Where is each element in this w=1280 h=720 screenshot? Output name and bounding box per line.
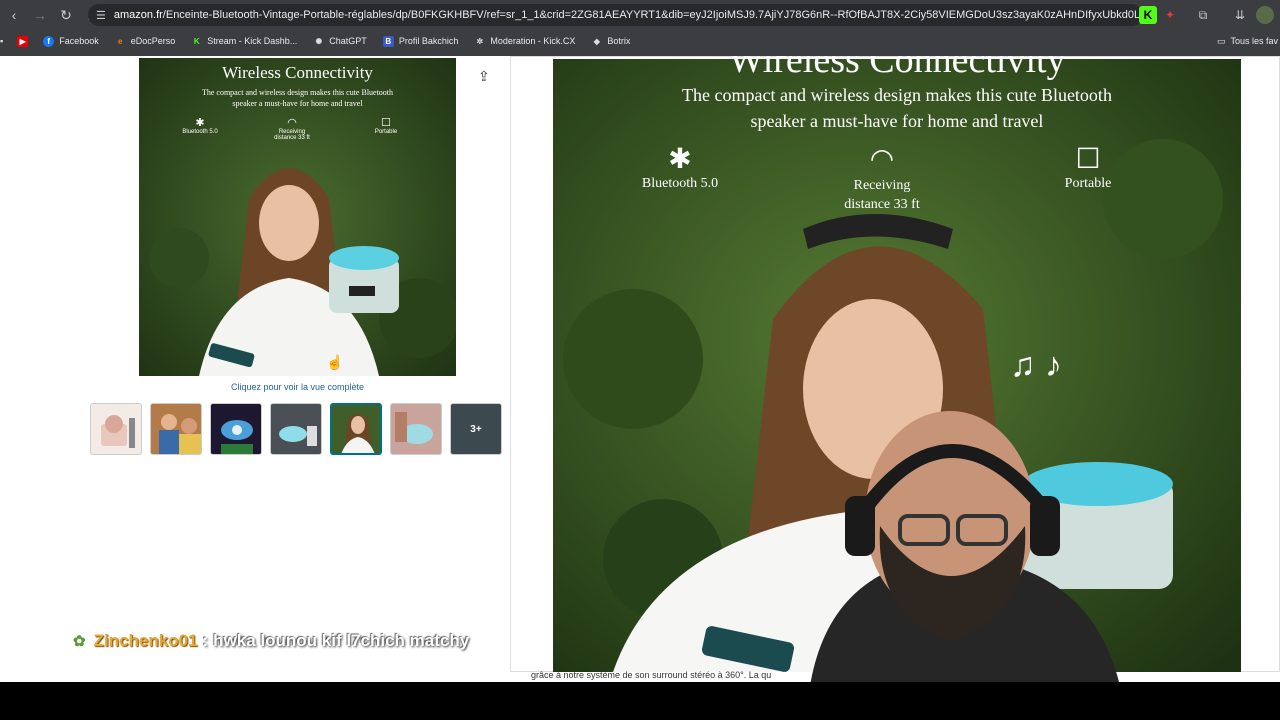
apps-icon[interactable]: ▪: [0, 36, 3, 46]
hand-cursor-icon: ☝: [326, 354, 344, 370]
site-info-icon[interactable]: ☰: [96, 9, 106, 22]
thumbnail-3[interactable]: [210, 403, 262, 455]
zoom-subtitle-line2: speaker a must-have for home and travel: [750, 111, 1044, 131]
bookmark-chatgpt[interactable]: ✺ ChatGPT: [313, 36, 366, 47]
youtube-icon: ▶: [17, 35, 29, 47]
forward-icon[interactable]: →: [28, 3, 52, 27]
thumbnail-5-selected[interactable]: [330, 403, 382, 455]
thumbnail-image: [159, 414, 201, 454]
feature-range: ◠ Receiving distance 33 ft: [262, 116, 322, 141]
image-title: Wireless Connectivity: [222, 63, 373, 82]
zoom-feature-portable: ☐ Portable: [1038, 144, 1138, 192]
zoom-feature-bluetooth: ✱ Bluetooth 5.0: [630, 144, 730, 192]
hand-box-icon: ☐: [1075, 144, 1101, 175]
wifi-icon: ◠: [287, 117, 297, 129]
facebook-icon: f: [43, 35, 55, 47]
chatgpt-icon: ✺: [315, 36, 323, 46]
feature-bluetooth: ✱ Bluetooth 5.0: [170, 116, 230, 135]
bookmark-kick-stream[interactable]: K Stream - Kick Dashb...: [191, 36, 297, 47]
bookmark-moderation-kick[interactable]: ✲ Moderation - Kick.CX: [474, 36, 575, 47]
zoom-feature-range: ◠ Receiving distance 33 ft: [822, 144, 942, 214]
thumbnail-strip: 3+: [90, 403, 510, 455]
image-subtitle-line2: speaker a must-have for home and travel: [232, 99, 363, 108]
hand-box-icon: ☐: [381, 117, 391, 129]
thumbnail-image: [395, 412, 433, 444]
more-images-count: 3+: [451, 404, 501, 454]
image-subtitle-line1: The compact and wireless design makes th…: [201, 88, 394, 97]
kick-icon: K: [193, 36, 200, 46]
browser-chrome: ‹ → ↻ ⌂ ☰ amazon.fr/Enceinte-Bluetooth-V…: [0, 0, 1280, 56]
page-icon: B: [382, 35, 394, 47]
share-icon[interactable]: ⇪: [478, 68, 490, 85]
bottom-black-bar: [0, 682, 1280, 720]
url-text: amazon.fr/Enceinte-Bluetooth-Vintage-Por…: [113, 9, 1143, 21]
extensions-puzzle-icon[interactable]: ⧉: [1194, 6, 1212, 24]
botrix-icon: ◆: [593, 36, 600, 46]
gear-icon: ✲: [476, 36, 484, 46]
thumbnail-1[interactable]: [90, 403, 142, 455]
edocperso-icon: e: [118, 36, 123, 46]
stream-chat-message: ✿ Zinchenko01 : hwka lounou kif l7chich …: [73, 631, 469, 651]
back-icon[interactable]: ‹: [2, 3, 26, 27]
profile-avatar[interactable]: [1256, 6, 1274, 24]
feature-portable: ☐ Portable: [356, 116, 416, 135]
bookmark-profil-bakchich[interactable]: B Profil Bakchich: [382, 35, 458, 47]
thumbnail-4[interactable]: [270, 403, 322, 455]
description-snippet: grâce à notre système de son surround st…: [531, 670, 772, 680]
bluetooth-icon: ✱: [668, 144, 692, 175]
thumbnail-more[interactable]: 3+: [450, 403, 502, 455]
zoom-subtitle-line1: The compact and wireless design makes th…: [682, 85, 1112, 105]
address-row: ‹ → ↻ ⌂ ☰ amazon.fr/Enceinte-Bluetooth-V…: [0, 0, 1280, 30]
all-bookmarks[interactable]: ▭ Tous les fav: [1217, 30, 1278, 52]
thumbnail-image: [279, 426, 317, 446]
chat-badge-icon: ✿: [73, 633, 86, 650]
bookmark-youtube[interactable]: ▶: [17, 35, 33, 47]
bookmark-facebook[interactable]: f Facebook: [43, 35, 99, 47]
chat-separator: :: [202, 631, 209, 650]
thumbnail-6[interactable]: [390, 403, 442, 455]
view-full-image-link[interactable]: Cliquez pour voir la vue complète: [139, 382, 456, 392]
zoom-image-subtitle: The compact and wireless design makes th…: [553, 82, 1241, 134]
thumbnail-2[interactable]: [150, 403, 202, 455]
kick-extension-icon[interactable]: K: [1139, 6, 1157, 24]
bookmark-edocperso[interactable]: e eDocPerso: [115, 36, 175, 47]
amazon-product-page: Wireless Connectivity The compact and wi…: [0, 56, 1280, 682]
streamer-webcam: [810, 411, 1119, 682]
zoom-image-title: Wireless Connectivity: [728, 56, 1066, 81]
chat-username: Zinchenko01: [93, 631, 198, 650]
thumbnail-image: [221, 420, 253, 454]
bluetooth-icon: ✱: [195, 117, 205, 129]
thumbnail-image: [101, 415, 135, 448]
music-notes-icon: ♫ ♪: [1010, 346, 1062, 384]
address-bar[interactable]: ☰ amazon.fr/Enceinte-Bluetooth-Vintage-P…: [88, 4, 1143, 26]
image-subtitle: The compact and wireless design makes th…: [139, 87, 456, 109]
thumbnail-image: [341, 414, 375, 453]
folder-icon: ▭: [1216, 35, 1226, 46]
bookmark-botrix[interactable]: ◆ Botrix: [591, 36, 631, 47]
downloads-icon[interactable]: ⇊: [1231, 6, 1249, 24]
chat-message-text: hwka lounou kif l7chich matchy: [213, 631, 470, 650]
extension-icon[interactable]: ✦: [1161, 6, 1179, 24]
wifi-icon: ◠: [869, 144, 895, 175]
reload-icon[interactable]: ↻: [54, 3, 78, 27]
webcam-overlay: [790, 396, 1180, 682]
bookmarks-bar: ▪ ▶ f Facebook e eDocPerso K Stream - Kick …: [0, 30, 1280, 52]
